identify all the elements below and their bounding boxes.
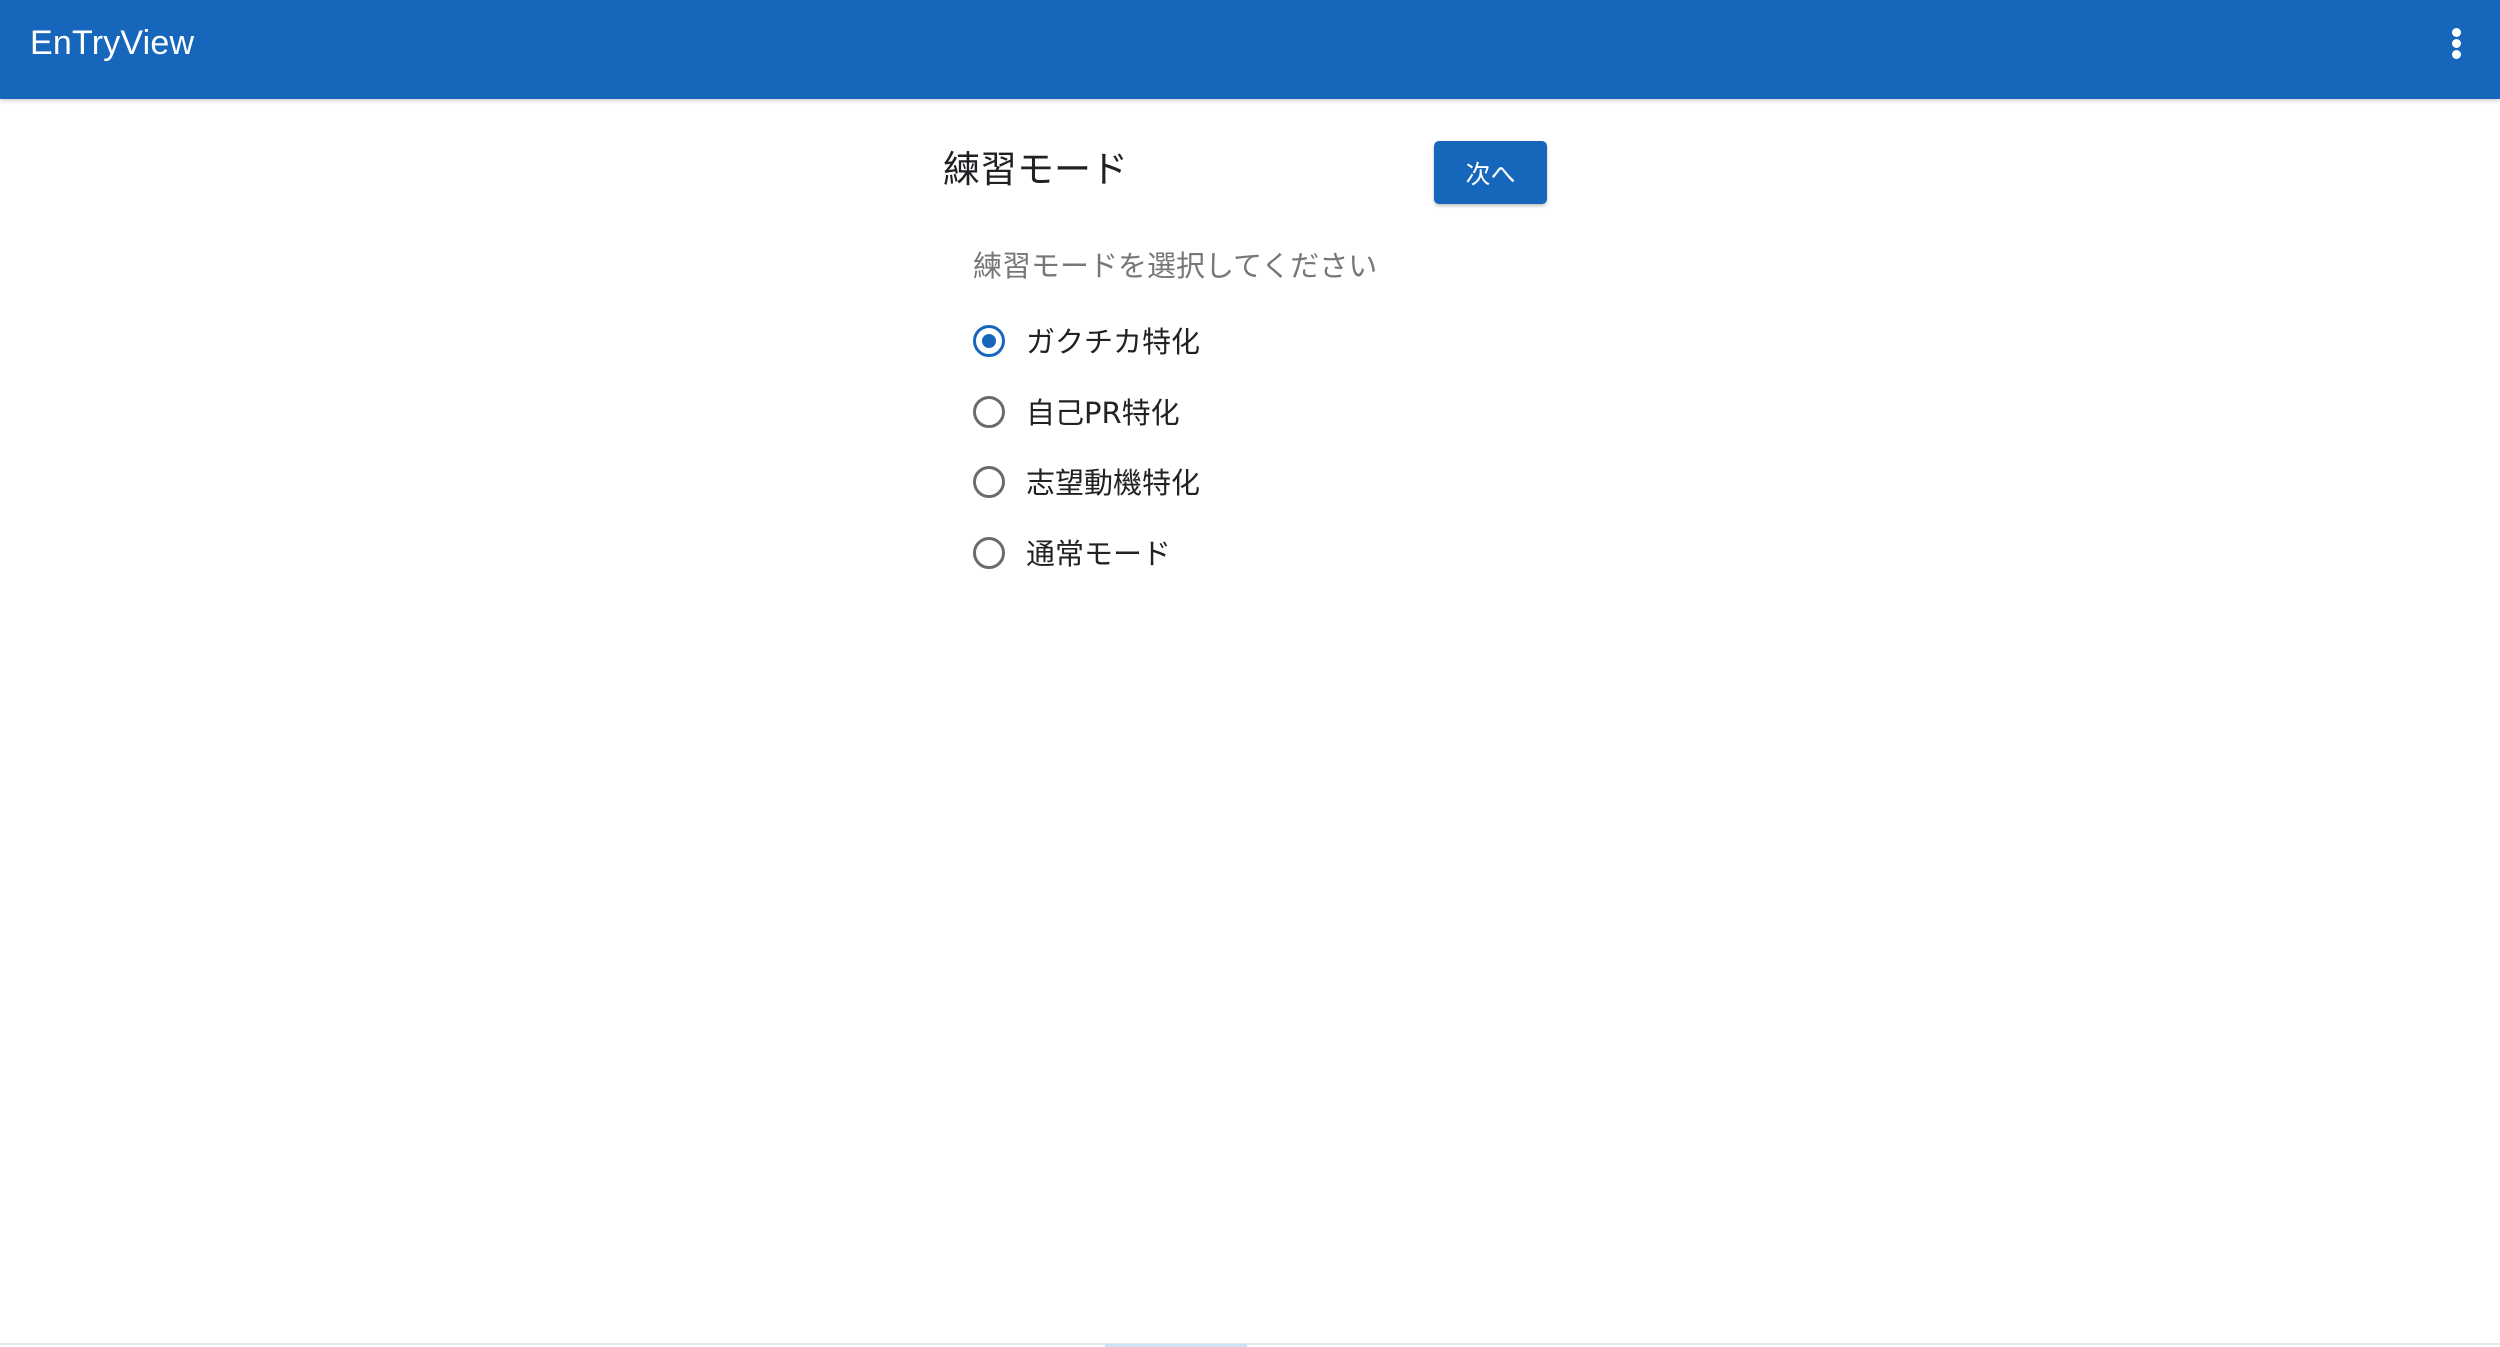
more-options-button[interactable]	[2436, 18, 2476, 68]
radio-button[interactable]	[973, 466, 1005, 498]
next-button[interactable]: 次へ	[1434, 141, 1547, 204]
app-title: EnTryView	[30, 24, 195, 62]
radio-button[interactable]	[973, 537, 1005, 569]
radio-label: ガクチカ特化	[1026, 325, 1201, 359]
bottom-divider	[0, 1343, 2500, 1345]
radio-label: 志望動機特化	[1026, 466, 1201, 500]
radio-option-self-pr[interactable]: 自己PR特化	[973, 393, 1373, 437]
radio-group-label: 練習モードを選択してください	[973, 249, 1378, 283]
radio-option-motivation[interactable]: 志望動機特化	[973, 463, 1373, 507]
radio-label: 自己PR特化	[1026, 396, 1180, 430]
radio-label: 通常モード	[1026, 537, 1172, 571]
radio-button-checked[interactable]	[973, 325, 1005, 357]
app-bar: EnTryView	[0, 0, 2500, 99]
radio-option-gakuchika[interactable]: ガクチカ特化	[973, 322, 1373, 366]
main-content: 練習モード 次へ 練習モードを選択してください ガクチカ特化 自己PR特化 志望…	[0, 99, 2500, 1347]
page-title: 練習モード	[943, 148, 1128, 191]
radio-option-normal[interactable]: 通常モード	[973, 534, 1373, 578]
radio-button[interactable]	[973, 396, 1005, 428]
